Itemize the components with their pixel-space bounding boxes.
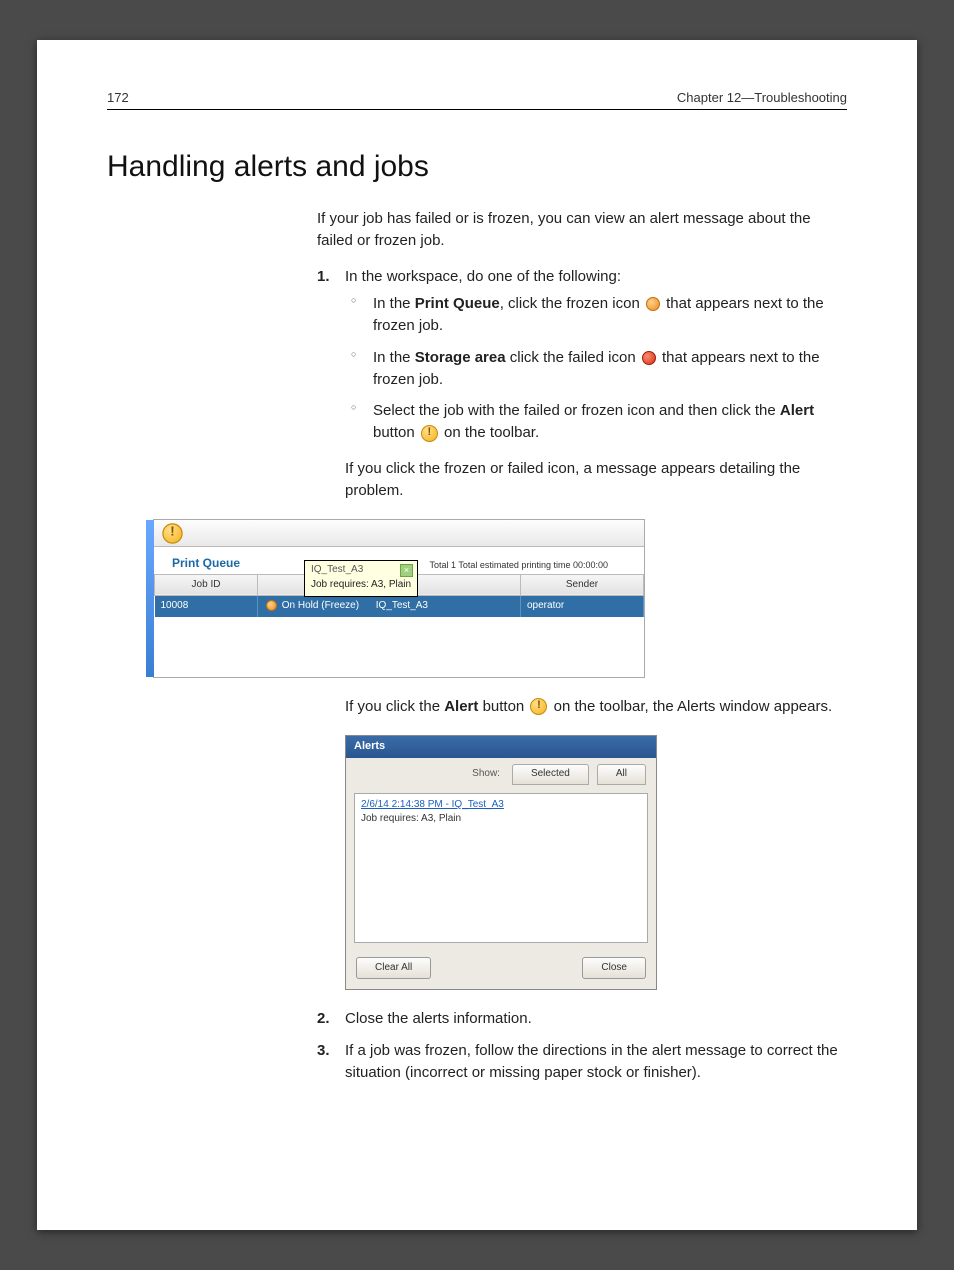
left-accent-stripe	[146, 520, 154, 676]
tooltip-close-icon: ×	[400, 564, 413, 577]
cell-sender: operator	[521, 596, 644, 617]
tab-all[interactable]: All	[597, 764, 646, 785]
queue-blank-area	[154, 617, 644, 677]
steps-list: 1. In the workspace, do one of the follo…	[317, 266, 847, 1084]
dialog-title: Alerts	[346, 736, 656, 758]
close-button[interactable]: Close	[582, 957, 646, 980]
job-tooltip: × IQ_Test_A3 Job requires: A3, Plain	[304, 560, 418, 597]
bullet-storage-area: In the Storage area click the failed ico…	[351, 347, 847, 391]
step-1-sublist: In the Print Queue, click the frozen ico…	[351, 293, 847, 444]
tooltip-body: Job requires: A3, Plain	[311, 578, 411, 593]
step-number: 2.	[317, 1008, 330, 1030]
show-label: Show:	[472, 767, 500, 782]
screenshot-toolbar	[154, 520, 644, 547]
dialog-button-row: Clear All Close	[346, 951, 656, 990]
step-3: 3. If a job was frozen, follow the direc…	[317, 1040, 847, 1084]
clear-all-button[interactable]: Clear All	[356, 957, 431, 980]
step-number: 1.	[317, 266, 330, 288]
alert-entry-title[interactable]: 2/6/14 2:14:38 PM - IQ_Test_A3	[361, 798, 641, 813]
document-page: 172 Chapter 12—Troubleshooting Handling …	[37, 40, 917, 1230]
section-title: Handling alerts and jobs	[107, 150, 847, 184]
alert-icon	[162, 523, 182, 543]
chapter-label: Chapter 12—Troubleshooting	[677, 90, 847, 105]
alert-icon	[421, 425, 438, 442]
bullet-print-queue: In the Print Queue, click the frozen ico…	[351, 293, 847, 337]
tabs-row: Show: Selected All	[346, 758, 656, 793]
table-row: 10008 On Hold (Freeze) IQ_Test_A3 operat…	[155, 596, 644, 617]
cell-status: On Hold (Freeze) IQ_Test_A3	[258, 596, 521, 617]
cell-jobid: 10008	[155, 596, 258, 617]
step-2-text: Close the alerts information.	[345, 1010, 532, 1027]
step-1: 1. In the workspace, do one of the follo…	[317, 266, 847, 991]
body-column: If your job has failed or is frozen, you…	[317, 208, 847, 1084]
frozen-icon	[266, 600, 277, 611]
alert-icon	[530, 698, 547, 715]
step-number: 3.	[317, 1040, 330, 1062]
alerts-panel: 2/6/14 2:14:38 PM - IQ_Test_A3 Job requi…	[354, 793, 648, 943]
frozen-icon	[646, 297, 660, 311]
failed-icon	[642, 351, 656, 365]
col-sender: Sender	[521, 574, 644, 596]
step-3-text: If a job was frozen, follow the directio…	[345, 1042, 838, 1081]
col-jobid: Job ID	[155, 574, 258, 596]
screenshot-alerts-dialog: Alerts Show: Selected All 2/6/14 2:14:38…	[345, 735, 847, 990]
tab-selected[interactable]: Selected	[512, 764, 589, 785]
page-number: 172	[107, 90, 129, 105]
bullet-alert-button: Select the job with the failed or frozen…	[351, 400, 847, 444]
alert-entry-body: Job requires: A3, Plain	[361, 812, 641, 827]
after-bullets-paragraph: If you click the frozen or failed icon, …	[345, 458, 847, 502]
step-1-lead: In the workspace, do one of the followin…	[345, 268, 621, 285]
screenshot-print-queue: Print Queue Total 1 Total estimated prin…	[135, 519, 847, 677]
step-2: 2. Close the alerts information.	[317, 1008, 847, 1030]
tooltip-title: IQ_Test_A3	[311, 563, 411, 578]
after-queue-paragraph: If you click the Alert button on the too…	[345, 696, 847, 718]
page-header: 172 Chapter 12—Troubleshooting	[107, 90, 847, 110]
intro-paragraph: If your job has failed or is frozen, you…	[317, 208, 847, 252]
